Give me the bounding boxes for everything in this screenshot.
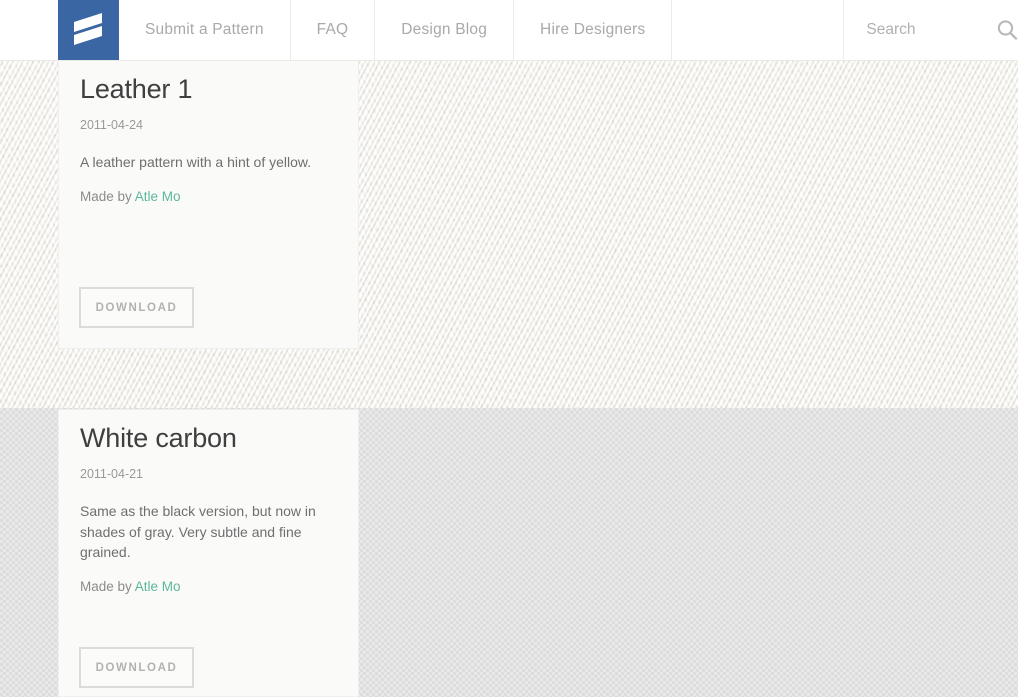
nav-item-design-blog[interactable]: Design Blog [375,0,515,60]
stripes-logo-icon [74,13,102,45]
site-logo[interactable] [58,0,119,60]
nav-item-label: Hire Designers [540,21,646,38]
pattern-description: A leather pattern with a hint of yellow. [80,154,312,171]
nav-left-spacer [0,0,58,60]
download-button-label: DOWNLOAD [95,301,178,314]
nav-item-faq[interactable]: FAQ [291,0,376,60]
pattern-date: 2011-04-21 [80,467,144,482]
search-glyph [998,20,1018,40]
nav-empty-cell [672,0,845,60]
pattern-description: Same as the black version, but now in sh… [80,503,316,561]
nav-item-label: Design Blog [401,21,488,38]
pattern-title: White carbon [80,423,237,453]
pattern-date: 2011-04-24 [80,118,144,133]
download-button[interactable]: DOWNLOAD [79,287,194,328]
nav-item-label: Submit a Pattern [145,21,264,38]
download-button-label: DOWNLOAD [95,661,178,674]
made-by-label: Made by [80,188,132,204]
made-by-label: Made by [80,578,132,594]
search-area [844,0,1018,60]
nav-item-hire-designers[interactable]: Hire Designers [514,0,673,60]
search-icon[interactable] [990,13,1018,47]
pattern-author: Made by Atle Mo [80,579,337,594]
download-button[interactable]: DOWNLOAD [79,647,194,688]
nav-item-submit-a-pattern[interactable]: Submit a Pattern [119,0,291,60]
nav-item-label: FAQ [316,21,349,38]
author-link[interactable]: Atle Mo [135,579,181,594]
top-navigation-bar: Submit a Pattern FAQ Design Blog Hire De… [0,0,1018,61]
pattern-title: Leather 1 [80,74,193,104]
pattern-author: Made by Atle Mo [80,189,337,204]
author-link[interactable]: Atle Mo [135,189,181,204]
